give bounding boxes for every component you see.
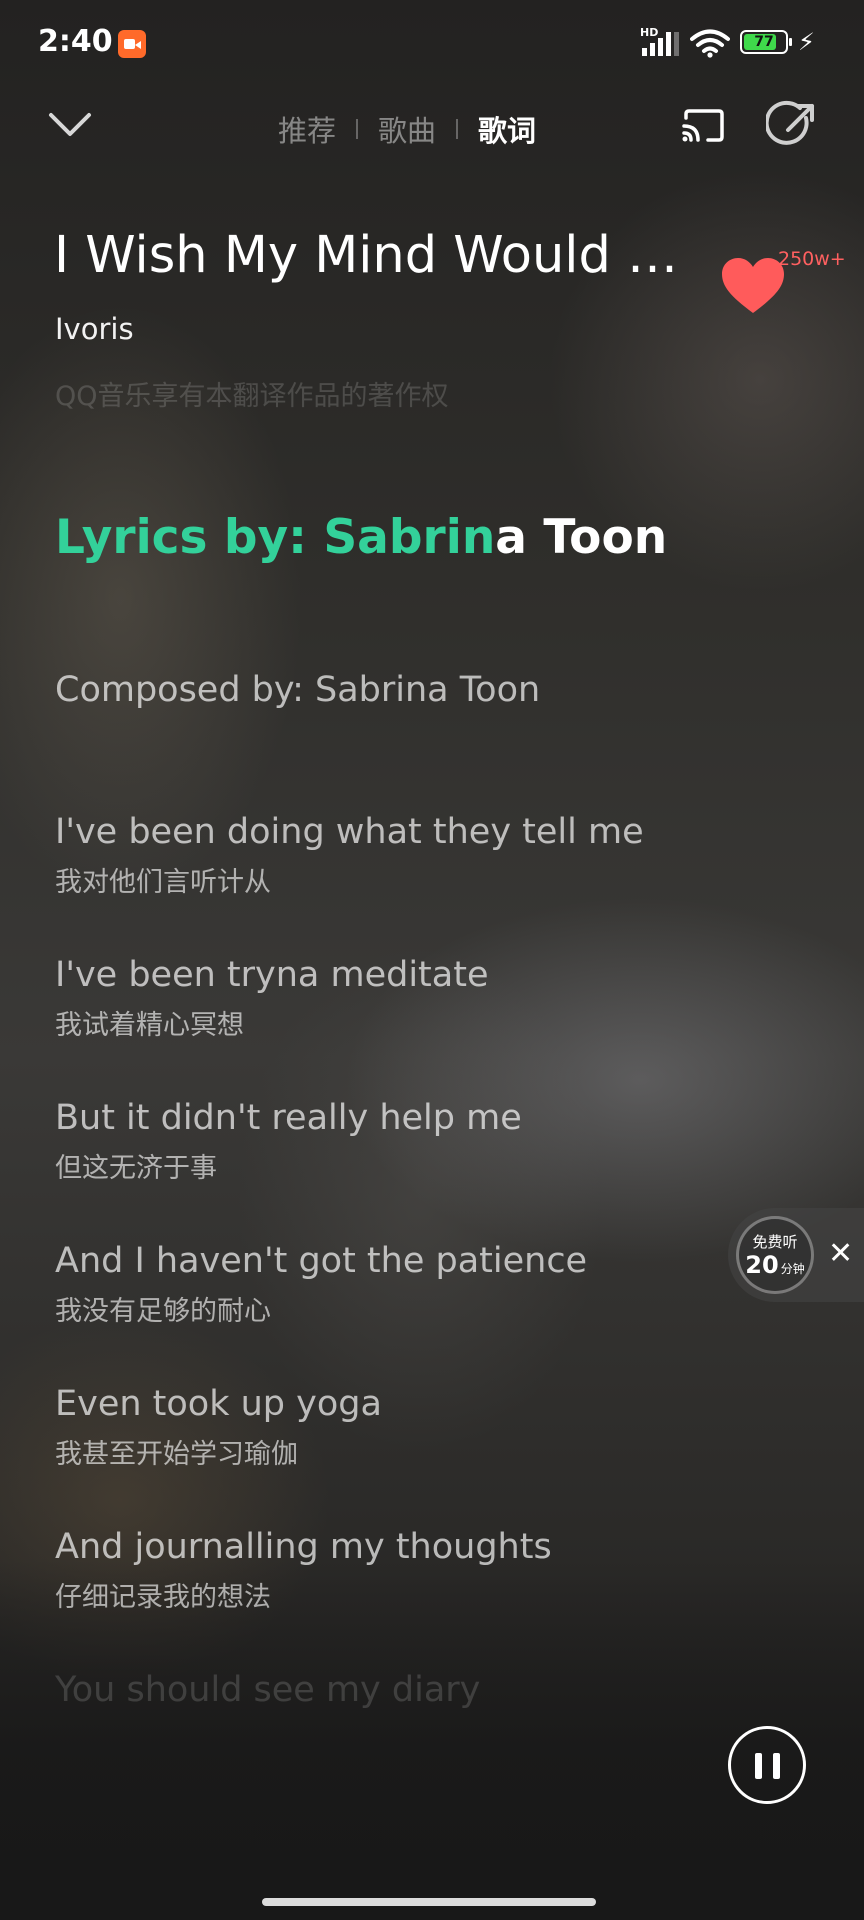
current-lyric-sung: Lyrics by: Sabrin bbox=[55, 510, 496, 565]
tab-lyrics[interactable]: 歌词 bbox=[458, 108, 556, 150]
home-indicator[interactable] bbox=[262, 1898, 596, 1906]
tab-recommend[interactable]: 推荐 bbox=[258, 108, 356, 150]
lyric-translation: 我甚至开始学习瑜伽 bbox=[55, 1439, 298, 1470]
song-title[interactable]: I Wish My Mind Would Sh… bbox=[54, 226, 704, 285]
pause-icon-bar bbox=[773, 1753, 780, 1779]
lyric-line[interactable]: And journalling my thoughts 仔细记录我的想法 bbox=[55, 1527, 552, 1614]
free-listen-badge[interactable]: 免费听 20 分钟 bbox=[736, 1216, 814, 1294]
chevron-down-icon[interactable] bbox=[48, 110, 92, 140]
pause-button[interactable] bbox=[728, 1726, 806, 1804]
player-tabs: 推荐 歌曲 歌词 bbox=[258, 108, 556, 150]
lyric-original: And journalling my thoughts bbox=[55, 1527, 552, 1567]
lyric-translation: 我没有足够的耐心 bbox=[55, 1296, 271, 1327]
status-bar: 2:40 HD 77 ⚡ bbox=[0, 0, 864, 86]
free-listen-unit: 分钟 bbox=[780, 1262, 805, 1276]
tab-song[interactable]: 歌曲 bbox=[358, 108, 456, 150]
lyric-line[interactable]: And I haven't got the patience 我没有足够的耐心 bbox=[55, 1241, 587, 1328]
share-icon[interactable] bbox=[766, 100, 818, 152]
lyric-original: I've been doing what they tell me bbox=[55, 812, 644, 852]
pause-icon-bar bbox=[755, 1753, 762, 1779]
lyric-translation: 仔细记录我的想法 bbox=[55, 1582, 271, 1613]
lyric-translation: 我对他们言听计从 bbox=[55, 867, 271, 898]
free-listen-minutes: 20 bbox=[745, 1251, 779, 1279]
like-count: 250w+ bbox=[778, 248, 846, 270]
charging-icon: ⚡ bbox=[798, 28, 815, 56]
current-lyric-rest: a Toon bbox=[495, 510, 668, 565]
lyric-original: But it didn't really help me bbox=[55, 1098, 522, 1138]
translation-copyright: QQ音乐享有本翻译作品的著作权 bbox=[55, 381, 449, 412]
lyric-line[interactable]: I've been doing what they tell me 我对他们言听… bbox=[55, 812, 644, 899]
lyric-translation: 但这无济于事 bbox=[55, 1153, 217, 1184]
wifi-icon bbox=[690, 29, 730, 58]
cast-icon[interactable] bbox=[680, 106, 728, 146]
lyric-line[interactable]: Even took up yoga 我甚至开始学习瑜伽 bbox=[55, 1384, 382, 1471]
close-icon[interactable]: ✕ bbox=[828, 1236, 853, 1271]
signal-icon bbox=[640, 28, 680, 56]
screen-record-icon bbox=[118, 30, 146, 58]
lyric-original: You should see my diary bbox=[55, 1670, 481, 1710]
battery-icon: 77 bbox=[740, 30, 792, 54]
lyric-original: And I haven't got the patience bbox=[55, 1241, 588, 1281]
lyric-line[interactable]: You should see my diary bbox=[55, 1670, 480, 1710]
lyric-original: I've been tryna meditate bbox=[55, 955, 489, 995]
free-listen-widget[interactable]: 免费听 20 分钟 ✕ bbox=[728, 1208, 864, 1302]
lyric-line[interactable]: But it didn't really help me 但这无济于事 bbox=[55, 1098, 522, 1185]
artist-name[interactable]: Ivoris bbox=[55, 312, 134, 346]
lyric-translation: 我试着精心冥想 bbox=[55, 1010, 244, 1041]
current-lyric-line[interactable]: Lyrics by: Sabrina Toon bbox=[55, 510, 667, 565]
lyric-line[interactable]: I've been tryna meditate 我试着精心冥想 bbox=[55, 955, 488, 1042]
status-time: 2:40 bbox=[38, 24, 113, 59]
lyric-line[interactable]: Composed by: Sabrina Toon bbox=[55, 670, 540, 710]
battery-level: 77 bbox=[754, 34, 774, 50]
lyric-original: Even took up yoga bbox=[55, 1384, 382, 1424]
free-listen-label: 免费听 bbox=[752, 1233, 798, 1251]
heart-icon[interactable] bbox=[720, 256, 786, 316]
lyric-composer: Composed by: Sabrina Toon bbox=[55, 670, 541, 710]
